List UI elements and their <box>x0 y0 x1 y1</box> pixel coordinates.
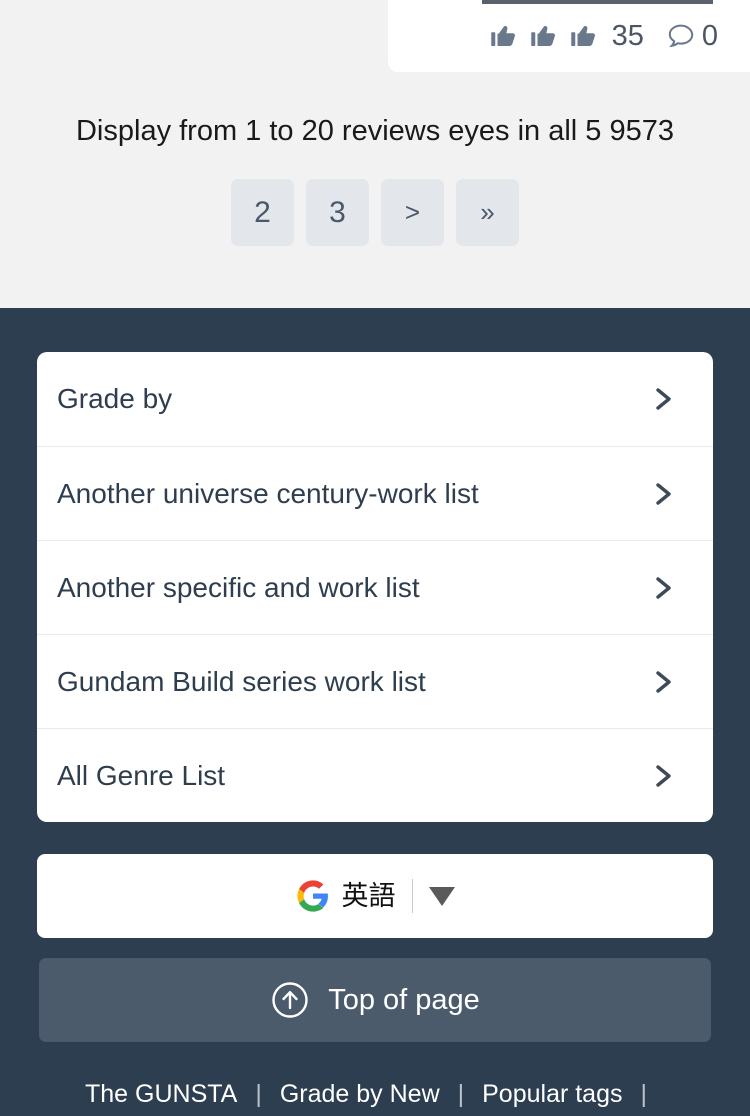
menu-item-all-genre-list[interactable]: All Genre List <box>37 728 713 822</box>
translate-separator <box>411 879 413 913</box>
thumbs-up-icon[interactable] <box>488 19 522 53</box>
chevron-right-icon <box>651 573 677 603</box>
menu-item-label: Another universe century-work list <box>57 477 479 509</box>
google-translate-widget[interactable]: 英語 <box>37 854 713 938</box>
translate-language-label: 英語 <box>341 880 396 911</box>
chevron-right-icon <box>651 761 677 791</box>
menu-item-label: Another specific and work list <box>57 571 420 603</box>
pagination-button-page-2[interactable]: 2 <box>231 179 294 246</box>
comment-count: 0 <box>701 19 718 52</box>
chevron-right-icon <box>651 667 677 697</box>
menu-item-gundam-build-series-work-list[interactable]: Gundam Build series work list <box>37 634 713 728</box>
menu-item-label: Grade by <box>57 383 173 414</box>
footer-divider: | <box>255 1080 262 1108</box>
footer-section: Grade by Another universe century-work l… <box>0 308 750 1116</box>
comment-bubble-icon[interactable] <box>664 19 698 53</box>
arrow-up-circle-icon <box>270 980 310 1020</box>
pagination: 2 3 > » <box>0 179 750 246</box>
top-of-page-button[interactable]: Top of page <box>39 958 711 1042</box>
menu-item-universe-century-work-list[interactable]: Another universe century-work list <box>37 446 713 540</box>
menu-item-grade-by[interactable]: Grade by <box>37 352 713 446</box>
navigation-menu-card: Grade by Another universe century-work l… <box>37 352 713 822</box>
review-stats: 35 0 <box>388 14 718 58</box>
chevron-right-icon <box>651 384 677 414</box>
footer-divider: | <box>457 1080 465 1108</box>
footer-link-popular-tags[interactable]: Popular tags <box>482 1080 622 1109</box>
pagination-button-next[interactable]: > <box>381 179 444 246</box>
footer-links: The GUNSTA | Grade by New | Popular tags… <box>0 1080 750 1109</box>
menu-item-specific-and-work-list[interactable]: Another specific and work list <box>37 540 713 634</box>
like-count: 35 <box>611 19 644 52</box>
review-card-fragment: 35 0 <box>388 0 750 72</box>
footer-link-grade-by-new[interactable]: Grade by New <box>280 1080 440 1109</box>
footer-link-the-gunsta[interactable]: The GUNSTA <box>85 1080 237 1109</box>
google-logo-icon <box>296 879 330 913</box>
thumbs-up-icon[interactable] <box>528 19 562 53</box>
results-summary: Display from 1 to 20 reviews eyes in all… <box>75 115 674 147</box>
chevron-right-icon <box>651 479 677 509</box>
thumbs-up-icon[interactable] <box>568 19 602 53</box>
pagination-button-page-3[interactable]: 3 <box>306 179 369 246</box>
results-section: 35 0 Display from 1 to 20 reviews eyes i… <box>0 0 750 308</box>
footer-divider-trailing: | <box>640 1080 648 1108</box>
pagination-button-last[interactable]: » <box>456 179 519 246</box>
menu-item-label: All Genre List <box>57 759 226 791</box>
top-of-page-label: Top of page <box>328 983 480 1016</box>
menu-item-label: Gundam Build series work list <box>57 665 426 697</box>
review-card-top-bar <box>482 0 713 4</box>
caret-down-icon[interactable] <box>428 886 455 906</box>
